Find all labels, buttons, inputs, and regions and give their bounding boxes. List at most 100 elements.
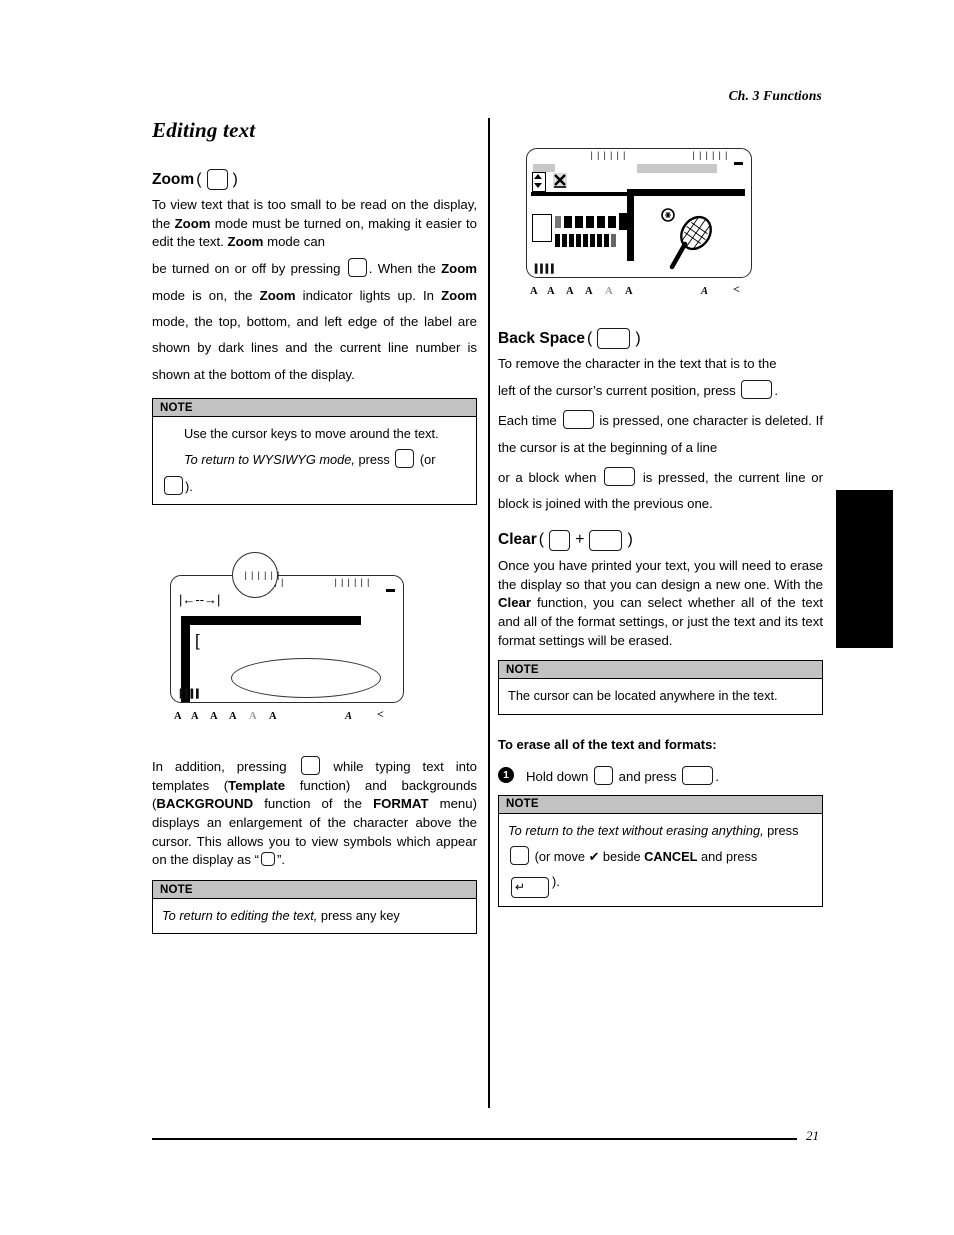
- lcd-text-block: [575, 216, 583, 228]
- note-box-return-editing: NOTE To return to editing the text, pres…: [152, 880, 477, 935]
- addendum-bold-template: Template: [228, 777, 286, 793]
- keycap-backspace-press-icon: [741, 379, 773, 399]
- zoom-paragraph-2: be turned on or off by pressing . When t…: [152, 256, 477, 388]
- backspace-paragraph-1: To remove the character in the text that…: [498, 356, 777, 371]
- note4-line-3: ↵).: [508, 872, 813, 898]
- lcd-screen: |||||| |||||| ▐▐▐▐: [526, 148, 752, 278]
- note4-close: ).: [552, 874, 560, 889]
- bs-p2-a: left of the cursor’s current position, p…: [498, 382, 740, 398]
- lcd-dash-marker: [734, 162, 743, 165]
- keycap-clear-icon: [589, 529, 623, 551]
- paren-close: ): [627, 531, 633, 549]
- zoom-p2-bold-1: Zoom: [441, 261, 477, 277]
- addendum-paragraph: In addition, pressing while typing text …: [152, 755, 477, 870]
- lcd-tick-right: ||||||: [691, 151, 731, 161]
- lcd-gray-band-left: [533, 164, 555, 172]
- backspace-paragraph-3: Each time is pressed, one character is d…: [498, 408, 823, 461]
- indicator-a-italic: A: [345, 710, 353, 722]
- lcd-line-number-ticks: ▐▐▐▐: [532, 264, 554, 274]
- note-title: NOTE: [153, 399, 476, 418]
- zoom-p1-bold-2: Zoom: [227, 234, 264, 250]
- note4-line2-c: and press: [697, 848, 758, 864]
- note1-close: ).: [185, 478, 193, 494]
- addendum-bold-format: FORMAT: [373, 796, 429, 812]
- note4-line-2: (or move ✔ beside CANCEL and press: [508, 845, 813, 866]
- checkmark-icon: ✔: [588, 848, 600, 864]
- lcd-illustration-zoom-mode: |||||| |||||| |←--→| [ ▐▐▐▐ |||||| A A A…: [152, 551, 477, 726]
- note-title: NOTE: [153, 881, 476, 900]
- note3-text: The cursor can be located anywhere in th…: [508, 688, 778, 704]
- zoom-p1-bold-1: Zoom: [174, 215, 211, 231]
- step-a: Hold down: [526, 768, 592, 784]
- lcd-illustration-wysiwyg: |||||| |||||| ▐▐▐▐ A A A A A A A <: [498, 148, 823, 310]
- lcd-cursor-box: [532, 214, 552, 242]
- note1-line-3: ).: [162, 475, 467, 496]
- indicator-a-1: A: [174, 710, 182, 722]
- addendum-a: In addition, pressing: [152, 758, 299, 774]
- right-column: |||||| |||||| ▐▐▐▐ A A A A A A A < Back …: [498, 118, 823, 907]
- indicator-caret-icon: <: [733, 282, 740, 296]
- indicator-a-5: A: [605, 286, 613, 297]
- lcd-rule-right: [627, 189, 745, 196]
- note-title: NOTE: [499, 661, 822, 680]
- keycap-cancel-icon: [510, 845, 529, 865]
- paren-open: (: [587, 329, 593, 347]
- addendum-i: ”.: [277, 852, 286, 868]
- zoom-p2-a: be turned on or off by pressing: [152, 261, 346, 277]
- lcd-text-block: [564, 216, 572, 228]
- indicator-a-italic: A: [701, 286, 709, 297]
- paren-close: ): [635, 329, 641, 347]
- clear-paragraph: Once you have printed your text, you wil…: [498, 557, 823, 651]
- lcd-screen: |||||| |||||| |←--→| [ ▐▐▐▐: [170, 574, 404, 703]
- step-c: .: [715, 768, 719, 784]
- note2-line: To return to editing the text, press any…: [162, 906, 467, 925]
- lcd-ellipse-callout: [231, 657, 381, 698]
- lcd-line-number-ticks: ▐▐▐▐: [177, 688, 199, 699]
- lcd-callout-ticks: ||||||: [243, 570, 283, 581]
- keycap-zoom-icon: [206, 169, 228, 190]
- indicator-a-4: A: [585, 286, 593, 297]
- footer-rule: [152, 1138, 797, 1140]
- lcd-text-block: [583, 234, 588, 247]
- zoom-p2-f: indicator lights up. In: [295, 287, 442, 303]
- procedure-step-1: 1 Hold down and press .: [498, 765, 823, 785]
- left-column: Editing text Zoom ( ) To view text that …: [152, 118, 477, 935]
- lcd-text-block: [569, 234, 574, 247]
- keycap-backspace-press-2-icon: [562, 410, 594, 430]
- lcd-text-block: [562, 234, 567, 247]
- note1-rest: press: [354, 452, 394, 468]
- indicator-a-6: A: [269, 710, 277, 722]
- lcd-tick-right: ||||||: [333, 577, 373, 588]
- x-icon: [553, 173, 567, 188]
- chapter-thumb-tab: [836, 490, 893, 648]
- indicator-caret-icon: <: [377, 706, 384, 721]
- page-number: 21: [806, 1128, 819, 1143]
- paren-open: (: [538, 531, 545, 549]
- heading-zoom: Zoom ( ): [152, 169, 477, 190]
- bs-p4-a: or a block when: [498, 469, 603, 485]
- backspace-paragraph-4: or a block when is pressed, the current …: [498, 465, 823, 518]
- keycap-zoom-press-icon: [347, 258, 367, 278]
- backspace-paragraph-2: left of the cursor’s current position, p…: [498, 378, 823, 404]
- zoom-p2-bold-2: Zoom: [259, 287, 296, 303]
- heading-clear: Clear ( + ): [498, 529, 823, 551]
- lcd-text-block: [604, 234, 609, 247]
- clear-p1-a: Once you have printed your text, you wil…: [498, 557, 823, 592]
- note4-line-1: To return to the text without erasing an…: [508, 821, 813, 840]
- bs-p3-a: Each time: [498, 413, 561, 429]
- note-body: To return to the text without erasing an…: [499, 814, 822, 906]
- lcd-text-block: [576, 234, 581, 247]
- lcd-text-block: [555, 216, 561, 228]
- zoom-p2-b: . When the: [368, 261, 442, 277]
- symbol-placeholder-icon: [261, 852, 276, 867]
- keycap-code-icon: [549, 529, 571, 551]
- note4-line2-b: beside: [599, 848, 645, 864]
- lcd-dash-marker: [386, 588, 395, 592]
- keycap-wysiwyg-alt-icon: [164, 475, 183, 495]
- keycap-return-icon: ↵: [511, 877, 549, 898]
- keycap-code-hold-icon: [593, 765, 613, 785]
- plus-sign: +: [575, 531, 585, 549]
- note4-line2-a: (or move: [534, 848, 589, 864]
- note4-italic: To return to the text without erasing an…: [508, 822, 764, 838]
- note1-or: (or: [419, 452, 436, 468]
